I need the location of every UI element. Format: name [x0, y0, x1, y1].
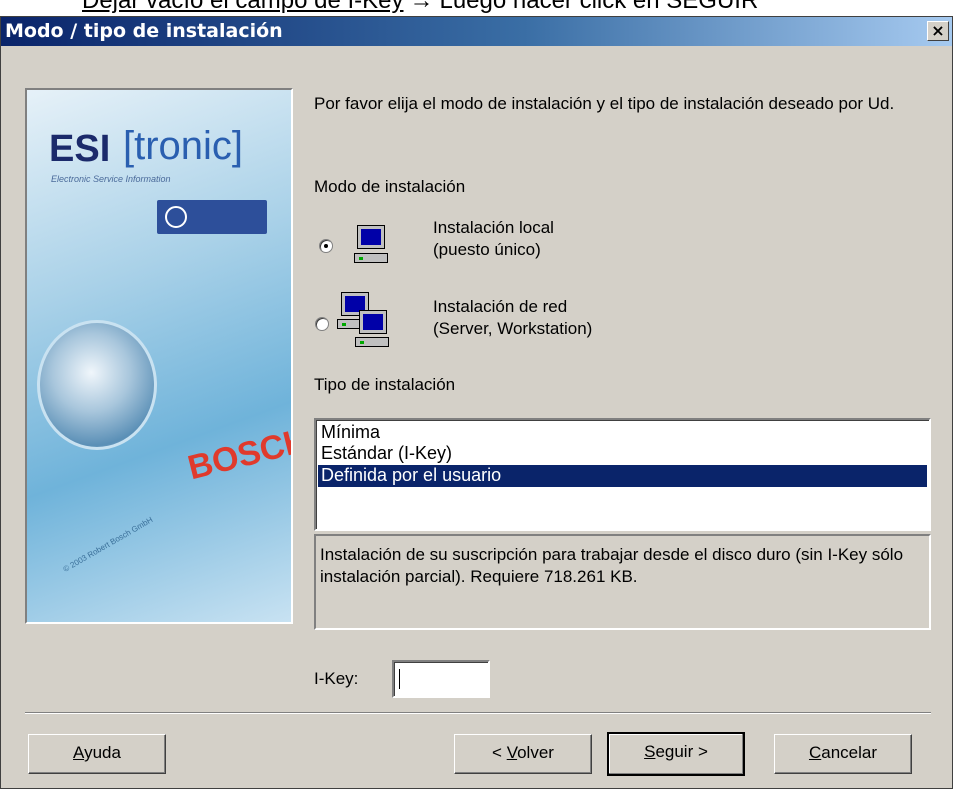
network-install-line2: (Server, Workstation): [433, 319, 593, 338]
network-install-label[interactable]: Instalación de red (Server, Workstation): [433, 296, 592, 340]
bosch-emblem-icon: [157, 200, 267, 234]
logo-tronic-text: [tronic]: [123, 124, 244, 168]
window-title: Modo / tipo de instalación: [5, 20, 283, 42]
network-install-line1: Instalación de red: [433, 297, 568, 316]
cancel-button-hotkey: C: [808, 743, 822, 762]
install-mode-label: Modo de instalación: [314, 177, 466, 196]
text-caret: [399, 669, 400, 689]
next-button-label: eguir >: [655, 742, 708, 761]
back-button-label: olver: [517, 743, 554, 762]
banner-copyright: © 2003 Robert Bosch GmbH: [61, 515, 155, 574]
esitronic-banner-image: ESI [tronic] Electronic Service Informat…: [25, 88, 293, 624]
help-button[interactable]: Ayuda: [28, 734, 166, 774]
install-type-label: Tipo de instalación: [314, 375, 456, 394]
local-install-label[interactable]: Instalación local (puesto único): [433, 217, 554, 261]
network-computers-icon: [333, 292, 395, 352]
help-button-label: yuda: [84, 743, 121, 762]
back-button-prefix: <: [492, 743, 507, 762]
caption-rest-text: Luego hacer click en SEGUIR: [439, 0, 759, 14]
back-button[interactable]: < Volver: [454, 734, 592, 774]
intro-text: Por favor elija el modo de instalación y…: [314, 94, 895, 113]
back-button-hotkey: V: [506, 743, 518, 762]
esitronic-logo: ESI [tronic] Electronic Service Informat…: [35, 104, 245, 194]
next-button[interactable]: Seguir >: [607, 732, 745, 776]
ikey-label: I-Key:: [314, 669, 359, 688]
logo-subtitle: Electronic Service Information: [51, 174, 171, 184]
logo-esi-text: ESI: [49, 128, 111, 170]
wheel-graphic: [37, 320, 157, 450]
ikey-input[interactable]: [392, 660, 490, 698]
close-button[interactable]: ×: [927, 21, 949, 41]
single-computer-icon: [353, 225, 393, 265]
close-icon: ×: [931, 21, 945, 40]
arrow-icon: →: [409, 0, 434, 14]
local-install-line2: (puesto único): [433, 240, 541, 259]
title-bar: Modo / tipo de instalación ×: [1, 17, 952, 46]
caption-underlined-text: Dejar vacío el campo de I-Key: [82, 0, 404, 14]
description-text: Instalación de su suscripción para traba…: [314, 534, 931, 630]
list-item-definida[interactable]: Definida por el usuario: [318, 465, 927, 487]
next-button-hotkey: S: [644, 742, 656, 761]
bosch-brand-text: BOSCH: [184, 420, 293, 488]
local-install-line1: Instalación local: [433, 218, 554, 237]
installation-dialog: Modo / tipo de instalación × ESI [tronic…: [0, 16, 953, 789]
help-button-hotkey: A: [73, 743, 85, 762]
cancel-button-label: ancelar: [821, 743, 878, 762]
radio-network-install[interactable]: [315, 317, 329, 331]
list-item-minima[interactable]: Mínima: [318, 422, 927, 444]
install-type-listbox[interactable]: Mínima Estándar (I-Key) Definida por el …: [314, 418, 931, 531]
radio-local-install[interactable]: [319, 239, 333, 253]
list-item-estandar[interactable]: Estándar (I-Key): [318, 443, 927, 465]
instruction-caption: Dejar vacío el campo de I-Key → Luego hace…: [0, 0, 953, 16]
cancel-button[interactable]: Cancelar: [774, 734, 912, 774]
separator: [25, 712, 931, 714]
